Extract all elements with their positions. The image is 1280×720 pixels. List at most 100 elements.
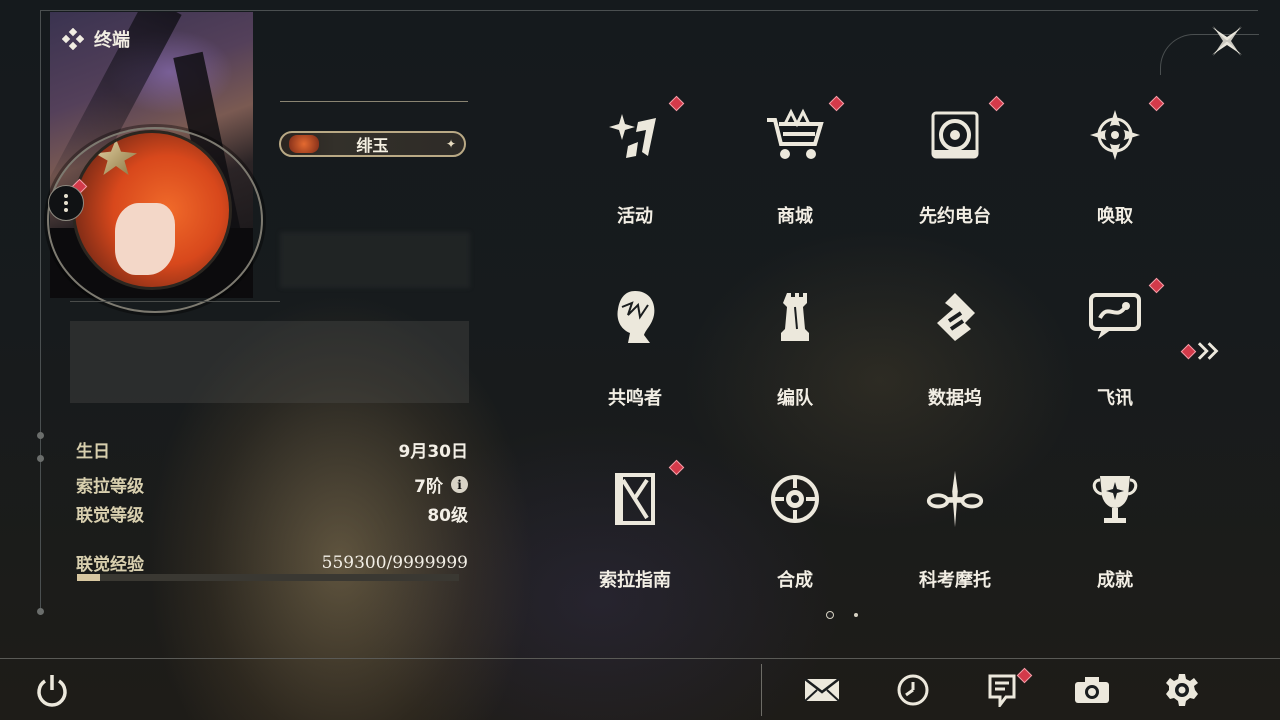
menu-item-resonators[interactable]: 共鸣者 — [555, 260, 715, 442]
player-name: 绯玉 — [356, 136, 389, 155]
gear-icon — [1166, 674, 1198, 706]
menu-item-label: 唤取 — [1097, 206, 1133, 227]
signature-box[interactable] — [70, 321, 469, 403]
terminal-header: 终端 — [62, 26, 130, 52]
menu-item-label: 先约电台 — [919, 206, 991, 227]
menu-item-shop[interactable]: 商城 — [715, 78, 875, 260]
stat-value: 9月30日 — [398, 442, 469, 462]
terminal-diamond-icon — [62, 28, 84, 50]
trophy-icon — [1085, 468, 1145, 530]
frame-dot — [37, 455, 44, 462]
frame-dot — [37, 608, 44, 615]
menu-item-label: 索拉指南 — [599, 570, 671, 591]
frame-dot — [37, 432, 44, 439]
camera-button[interactable] — [1072, 670, 1112, 710]
player-name-plate[interactable]: 绯玉 ✦ — [279, 131, 466, 157]
more-dots-icon — [64, 194, 68, 198]
power-icon — [37, 675, 67, 707]
notification-badge — [828, 95, 845, 112]
notification-badge — [668, 95, 685, 112]
menu-item-radio[interactable]: 先约电台 — [875, 78, 1035, 260]
motorbike-icon — [925, 468, 985, 530]
settings-button[interactable] — [1162, 670, 1202, 710]
stat-row-union-level: 联觉等级 80级 — [76, 501, 468, 526]
avatar-menu-button[interactable] — [48, 185, 84, 221]
shopping-cart-crown-icon — [765, 104, 825, 166]
exp-value: 559300/9999999 — [321, 552, 468, 573]
radio-speaker-icon — [925, 104, 985, 166]
next-page-button[interactable] — [1180, 340, 1220, 362]
menu-item-label: 共鸣者 — [608, 388, 662, 409]
blurred-id-area — [280, 232, 470, 288]
menu-item-achievements[interactable]: 成就 — [1035, 442, 1195, 624]
stat-row-sola-level: 索拉等级 7阶 i — [76, 472, 468, 497]
notification-badge — [1180, 343, 1197, 359]
stat-value: 7阶 — [414, 477, 443, 497]
sparkle-burst-icon — [605, 104, 665, 166]
notification-badge — [1148, 95, 1165, 112]
exp-progress-bar — [77, 574, 459, 581]
page-dot[interactable] — [854, 613, 858, 617]
menu-item-label: 飞讯 — [1097, 388, 1133, 409]
double-chevron-right-icon — [1197, 342, 1219, 360]
menu-item-messages[interactable]: 飞讯 — [1035, 260, 1195, 442]
function-menu-grid: 活动 商城 先约电台 唤取 共鸣者 编队 数据坞 飞讯 索拉指南 合成 科考摩托… — [555, 78, 1195, 624]
menu-item-data-dock[interactable]: 数据坞 — [875, 260, 1035, 442]
frame-left-line — [40, 10, 41, 615]
menu-item-label: 编队 — [777, 388, 813, 409]
menu-item-label: 科考摩托 — [919, 570, 991, 591]
exp-label: 联觉经验 — [76, 555, 144, 575]
menu-item-label: 成就 — [1097, 570, 1133, 591]
mail-icon — [804, 678, 840, 702]
signature-divider — [70, 301, 280, 302]
stat-label: 生日 — [76, 442, 110, 462]
mail-button[interactable] — [802, 670, 842, 710]
info-icon[interactable]: i — [451, 476, 468, 493]
chess-rook-team-icon — [765, 286, 825, 348]
data-dock-icon — [925, 286, 985, 348]
camera-icon — [1075, 677, 1109, 703]
page-indicator — [826, 611, 858, 619]
synthesis-ring-icon — [765, 468, 825, 530]
notification-badge — [668, 459, 685, 476]
notice-button[interactable] — [982, 667, 1033, 710]
menu-item-team[interactable]: 编队 — [715, 260, 875, 442]
chat-bubble-icon — [1085, 286, 1145, 348]
menu-item-convene[interactable]: 唤取 — [1035, 78, 1195, 260]
notification-badge — [1148, 277, 1165, 294]
notice-icon — [988, 674, 1016, 707]
stat-row-union-exp: 联觉经验 559300/9999999 — [76, 550, 468, 576]
menu-item-sola-guide[interactable]: 索拉指南 — [555, 442, 715, 624]
menu-item-label: 合成 — [777, 570, 813, 591]
stat-label: 联觉等级 — [76, 506, 144, 526]
menu-item-label: 活动 — [617, 206, 653, 227]
menu-item-label: 商城 — [777, 206, 813, 227]
notification-badge — [988, 95, 1005, 112]
menu-item-events[interactable]: 活动 — [555, 78, 715, 260]
frame-top-line — [40, 10, 1258, 11]
compass-star-icon — [1085, 104, 1145, 166]
clock-icon — [897, 674, 929, 706]
clock-button[interactable] — [893, 670, 933, 710]
character-head-icon — [605, 286, 665, 348]
stat-row-birthday: 生日 9月30日 — [76, 437, 468, 462]
menu-item-motorbike[interactable]: 科考摩托 — [875, 442, 1035, 624]
mini-avatar — [289, 135, 319, 153]
page-title: 终端 — [94, 30, 130, 51]
exp-progress-fill — [77, 574, 100, 581]
stat-value: 80级 — [427, 506, 468, 526]
menu-item-label: 数据坞 — [928, 388, 982, 409]
bottom-bar-separator — [761, 664, 762, 716]
sparkle-icon: ✦ — [445, 137, 456, 151]
bottom-bar-divider — [0, 658, 1280, 659]
guidebook-icon — [605, 468, 665, 530]
stat-label: 索拉等级 — [76, 477, 144, 497]
power-button[interactable] — [32, 670, 72, 710]
close-button[interactable] — [1206, 20, 1248, 62]
name-divider — [280, 101, 468, 102]
menu-item-synthesis[interactable]: 合成 — [715, 442, 875, 624]
notification-badge — [1016, 667, 1033, 684]
close-icon — [1212, 26, 1242, 56]
page-dot-active[interactable] — [826, 611, 834, 619]
avatar[interactable] — [72, 130, 232, 290]
